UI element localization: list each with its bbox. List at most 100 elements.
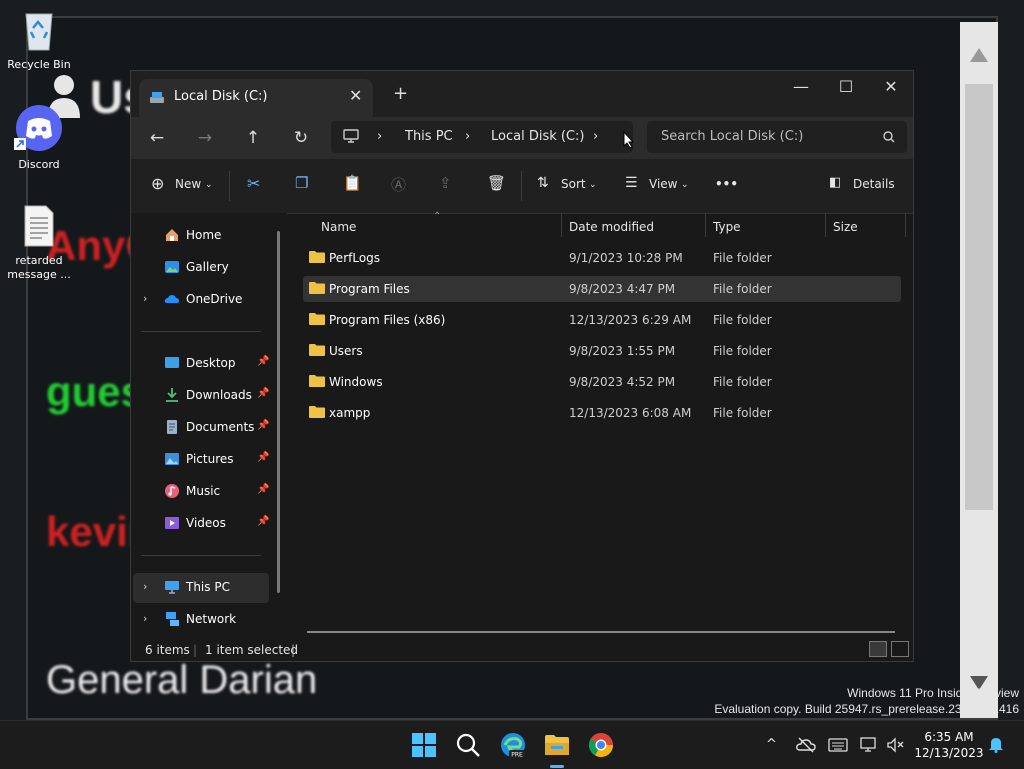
chevron-down-icon[interactable]: ⌄ (589, 180, 597, 190)
address-bar[interactable]: › This PC › Local Disk (C:) › (331, 121, 635, 153)
forward-arrow-icon[interactable]: → (191, 125, 219, 151)
expand-chevron-icon[interactable]: › (143, 612, 147, 625)
search-icon[interactable] (883, 131, 895, 143)
breadcrumb-chevron-icon[interactable]: › (593, 129, 598, 144)
up-arrow-icon[interactable]: ↑ (239, 125, 267, 151)
minimize-button[interactable]: — (781, 77, 821, 96)
delete-icon[interactable]: 🗑 (487, 174, 506, 192)
sidebar-item-desktop[interactable]: Desktop 📌 (133, 349, 269, 379)
close-button[interactable]: ✕ (871, 77, 911, 96)
breadcrumb-local-disk[interactable]: Local Disk (C:) (491, 129, 584, 144)
sidebar-item-this-pc[interactable]: › This PC (133, 573, 269, 603)
sidebar-item-pictures[interactable]: Pictures 📌 (133, 445, 269, 475)
large-icons-view-icon[interactable] (891, 641, 909, 657)
pin-icon[interactable]: 📌 (257, 388, 269, 399)
sidebar-item-onedrive[interactable]: › OneDrive (133, 285, 269, 315)
table-row[interactable]: xampp 12/13/2023 6:08 AM File folder (303, 400, 901, 426)
refresh-icon[interactable]: ↻ (287, 125, 315, 151)
sidebar-item-home[interactable]: Home (133, 221, 269, 251)
more-options-button[interactable]: ••• (715, 177, 738, 191)
clock-date: 12/13/2023 (914, 746, 984, 760)
new-button[interactable]: New (175, 177, 201, 191)
details-view-icon[interactable] (869, 641, 887, 657)
desktop-icon-recycle-bin[interactable]: Recycle Bin (1, 8, 77, 72)
pin-icon[interactable]: 📌 (257, 484, 269, 495)
chevron-down-icon[interactable]: ⌄ (681, 180, 689, 190)
view-icon[interactable]: ☰ (625, 175, 638, 191)
sidebar-item-videos[interactable]: Videos 📌 (133, 509, 269, 539)
search-icon[interactable] (454, 731, 482, 759)
share-icon[interactable]: ⇪ (439, 174, 452, 192)
pin-icon[interactable]: 📌 (257, 420, 269, 431)
volume-muted-icon[interactable] (886, 737, 906, 753)
column-header-name[interactable]: Name (313, 213, 561, 241)
tray-overflow-chevron-icon[interactable]: ^ (766, 737, 777, 752)
desktop-icon-discord[interactable]: Discord (1, 104, 77, 172)
tab-local-disk[interactable]: Local Disk (C:) ✕ (139, 79, 373, 117)
sidebar-item-label: Pictures (186, 452, 234, 466)
new-plus-icon[interactable]: ⊕ (151, 174, 164, 193)
background-scrollbar[interactable] (960, 22, 998, 718)
command-bar: ⊕ New ⌄ ✂ ❐ 📋 Ⓐ ⇪ 🗑 ⇅ Sort ⌄ ☰ View ⌄ ••… (131, 159, 913, 214)
sidebar-item-gallery[interactable]: Gallery (133, 253, 269, 283)
windows-start-icon[interactable] (410, 731, 438, 759)
column-header-size[interactable]: Size (825, 213, 905, 241)
breadcrumb-this-pc[interactable]: This PC (405, 129, 453, 144)
search-input[interactable]: Search Local Disk (C:) (661, 129, 803, 144)
title-bar[interactable]: Local Disk (C:) ✕ + — ☐ ✕ (131, 71, 913, 117)
pin-icon[interactable]: 📌 (257, 452, 269, 463)
system-clock[interactable]: 6:35 AM 12/13/2023 (914, 729, 984, 761)
scroll-thumb[interactable] (965, 84, 993, 510)
sort-icon[interactable]: ⇅ (537, 175, 549, 191)
view-button[interactable]: View (649, 177, 677, 191)
edge-browser-icon[interactable]: PRE (499, 731, 527, 759)
table-row[interactable]: Windows 9/8/2023 4:52 PM File folder (303, 369, 901, 395)
file-explorer-icon[interactable] (543, 731, 571, 759)
file-explorer-window[interactable]: Local Disk (C:) ✕ + — ☐ ✕ ← → ↑ ↻ › This… (130, 70, 914, 662)
pin-icon[interactable]: 📌 (257, 356, 269, 367)
table-row[interactable]: PerfLogs 9/1/2023 10:28 PM File folder (303, 245, 901, 271)
column-header-type[interactable]: Type (705, 213, 825, 241)
back-arrow-icon[interactable]: ← (143, 125, 171, 151)
tab-close-icon[interactable]: ✕ (349, 86, 362, 105)
sidebar-item-documents[interactable]: Documents 📌 (133, 413, 269, 443)
watermark-line-2: Evaluation copy. Build 25947.rs_prerelea… (714, 702, 1019, 716)
sidebar-item-music[interactable]: Music 📌 (133, 477, 269, 507)
details-button[interactable]: Details (853, 177, 895, 191)
column-divider[interactable] (905, 213, 906, 237)
keyboard-icon[interactable] (828, 738, 848, 752)
new-tab-button[interactable]: + (393, 83, 408, 104)
horizontal-scrollbar[interactable] (307, 631, 895, 633)
search-box[interactable]: Search Local Disk (C:) (647, 121, 907, 153)
sidebar-scrollbar[interactable] (277, 231, 280, 593)
sort-button[interactable]: Sort (561, 177, 586, 191)
chrome-icon[interactable] (587, 731, 615, 759)
copy-icon[interactable]: ❐ (295, 174, 308, 192)
paste-icon[interactable]: 📋 (343, 174, 362, 192)
network-monitor-icon[interactable] (860, 737, 880, 753)
onedrive-offline-icon[interactable] (796, 737, 816, 753)
file-name: PerfLogs (329, 251, 381, 265)
notification-bell-icon[interactable] (988, 735, 1004, 753)
table-row[interactable]: Program Files 9/8/2023 4:47 PM File fold… (303, 276, 901, 302)
details-pane-icon[interactable]: ◧ (829, 175, 841, 190)
background-text-general: General Darian (46, 658, 318, 702)
table-row[interactable]: Users 9/8/2023 1:55 PM File folder (303, 338, 901, 364)
scroll-up-arrow-icon[interactable] (970, 48, 988, 62)
column-header-date[interactable]: Date modified (561, 213, 705, 241)
expand-chevron-icon[interactable]: › (143, 292, 147, 305)
pin-icon[interactable]: 📌 (257, 516, 269, 527)
desktop-icon-text-file[interactable]: retarded message ... (1, 204, 77, 282)
taskbar: PRE ^ 6:35 AM 12/13/2023 (0, 720, 1024, 769)
sidebar-item-network[interactable]: › Network (133, 605, 269, 635)
file-date: 12/13/2023 6:29 AM (569, 313, 692, 327)
folder-icon (309, 344, 325, 356)
sidebar-item-downloads[interactable]: Downloads 📌 (133, 381, 269, 411)
cut-icon[interactable]: ✂ (247, 174, 260, 193)
chevron-down-icon[interactable]: ⌄ (205, 180, 213, 190)
expand-chevron-icon[interactable]: › (143, 580, 147, 593)
maximize-button[interactable]: ☐ (826, 77, 866, 96)
file-date: 9/8/2023 1:55 PM (569, 344, 676, 358)
rename-icon[interactable]: Ⓐ (391, 174, 406, 195)
table-row[interactable]: Program Files (x86) 12/13/2023 6:29 AM F… (303, 307, 901, 333)
